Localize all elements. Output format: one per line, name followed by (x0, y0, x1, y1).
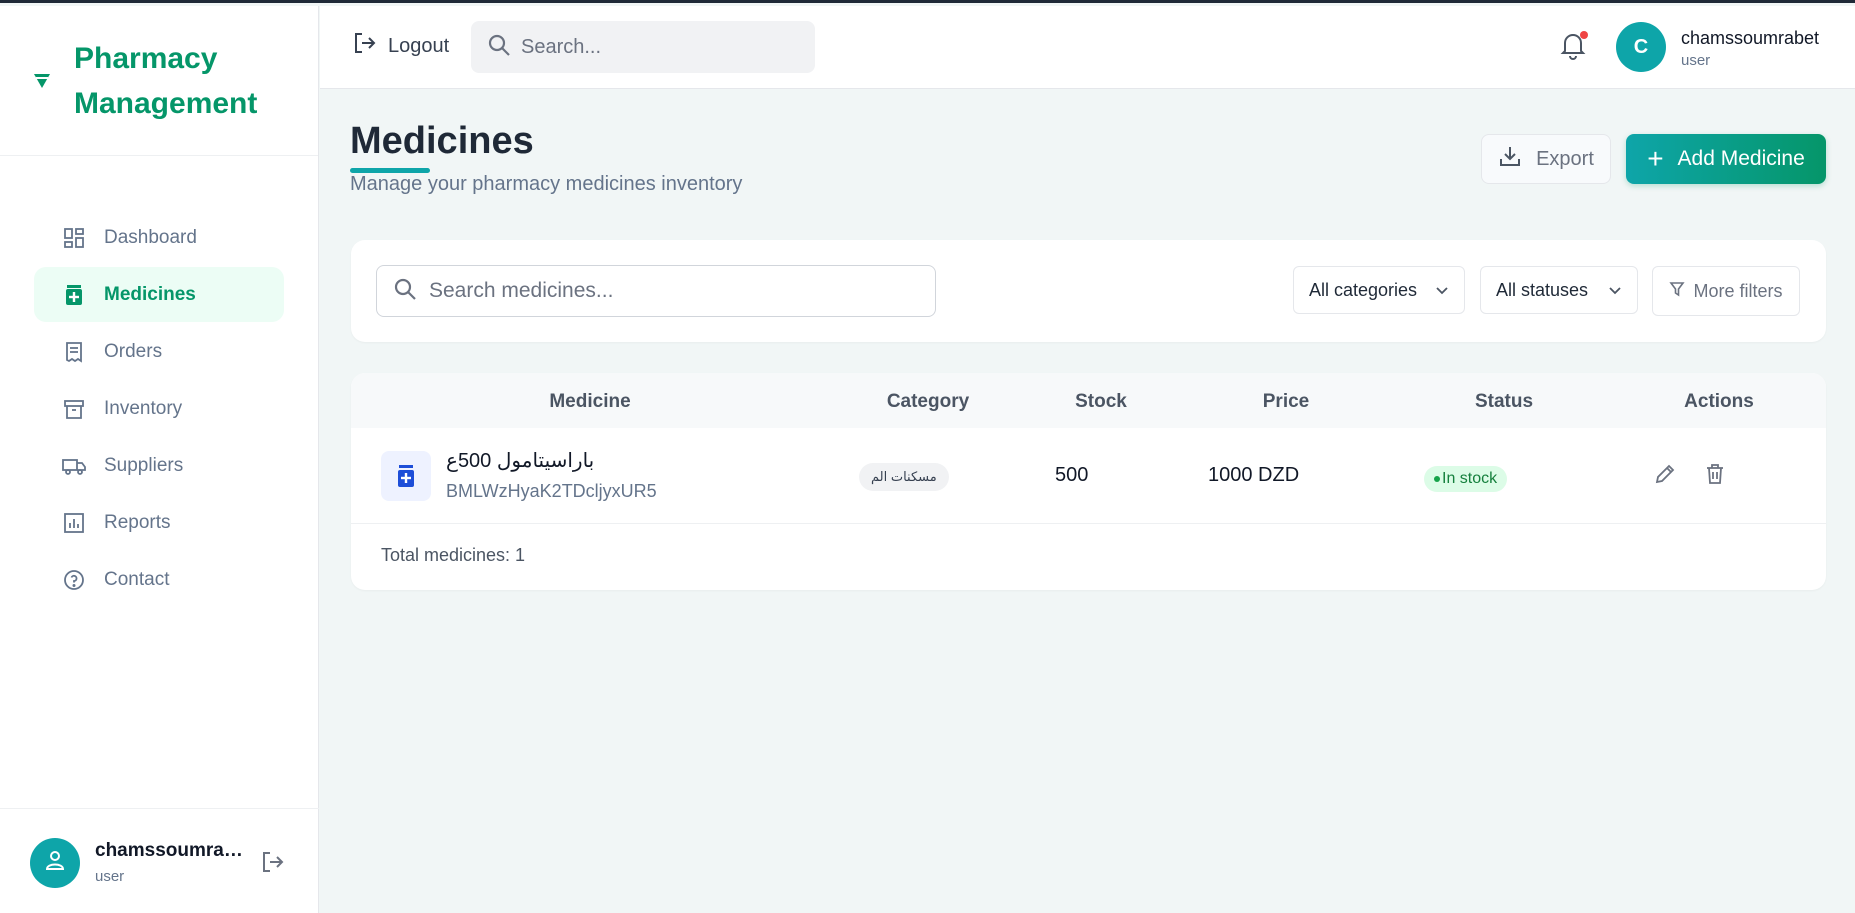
table-header: Medicine Category Stock Price Status Act… (351, 373, 1826, 428)
page-title: Medicines (350, 120, 534, 162)
medicine-icon (381, 451, 431, 501)
topbar: Logout C chamssoumrabet user (320, 6, 1855, 89)
category-select[interactable]: All categories (1293, 266, 1465, 314)
sidebar-user-role: user (95, 868, 125, 885)
export-label: Export (1536, 147, 1594, 170)
user-icon (44, 849, 66, 876)
sidebar-item-label: Reports (104, 511, 171, 533)
download-icon (1498, 144, 1536, 174)
notification-dot (1580, 31, 1588, 39)
brand: Pharmacy Management (0, 6, 318, 156)
logout-button[interactable]: Logout (352, 30, 449, 62)
edit-icon[interactable] (1654, 463, 1678, 487)
column-header-category: Category (886, 391, 970, 412)
pharmacy-logo-icon (32, 71, 52, 91)
bar-chart-icon (62, 511, 86, 535)
search-icon (393, 277, 417, 306)
topbar-user-name: chamssoumrabet (1681, 28, 1820, 48)
search-icon (487, 33, 511, 62)
sidebar-nav: Dashboard Medicines Orders Inventory Sup… (0, 156, 318, 607)
plus-icon: + (1647, 143, 1664, 174)
notifications-button[interactable] (1560, 30, 1590, 62)
logout-icon[interactable] (260, 849, 288, 877)
sidebar-item-label: Contact (104, 568, 170, 590)
help-circle-icon (62, 568, 86, 592)
category-select-value: All categories (1309, 279, 1418, 300)
export-button[interactable]: Export (1481, 134, 1611, 184)
column-header-stock: Stock (1075, 391, 1127, 412)
table-footer: Total medicines: 1 (381, 545, 526, 565)
sidebar-item-label: Inventory (104, 397, 183, 419)
sidebar-item-contact[interactable]: Contact (34, 552, 284, 607)
status-badge: In stock (1424, 466, 1508, 492)
sidebar-item-medicines[interactable]: Medicines (34, 267, 284, 322)
app-title: Pharmacy Management (74, 41, 258, 120)
bell-icon (1560, 34, 1586, 64)
avatar[interactable]: C (1616, 22, 1666, 72)
add-medicine-button[interactable]: + Add Medicine (1626, 134, 1826, 184)
status-label: In stock (1442, 470, 1498, 487)
status-select-value: All statuses (1496, 279, 1589, 300)
sidebar-item-label: Suppliers (104, 454, 184, 476)
sidebar-user-panel: chamssoumrabet user (0, 808, 319, 913)
medicine-search-input[interactable] (429, 279, 909, 303)
more-filters-button[interactable]: More filters (1652, 266, 1800, 316)
medicines-table: Medicine Category Stock Price Status Act… (351, 373, 1826, 590)
sidebar-item-inventory[interactable]: Inventory (34, 381, 284, 436)
column-header-status: Status (1474, 391, 1534, 412)
chevron-down-icon (1434, 282, 1450, 303)
delete-icon[interactable] (1704, 463, 1728, 487)
filter-bar: All categories All statuses More filters (351, 240, 1826, 342)
truck-icon (62, 454, 86, 478)
medicine-icon (62, 283, 86, 307)
sidebar-item-dashboard[interactable]: Dashboard (34, 210, 284, 265)
price-value: 1000 DZD (1208, 464, 1300, 486)
sidebar-item-label: Medicines (104, 283, 196, 305)
column-header-medicine: Medicine (549, 391, 631, 412)
column-header-price: Price (1262, 391, 1310, 412)
status-dot (1434, 476, 1440, 482)
sidebar-item-label: Dashboard (104, 226, 197, 248)
page-subtitle: Manage your pharmacy medicines inventory (350, 173, 743, 195)
avatar[interactable] (30, 837, 80, 888)
topbar-user-role: user (1681, 52, 1711, 69)
filter-icon (1669, 281, 1693, 302)
medicine-name: باراسيتامول 500ع (446, 450, 595, 472)
sidebar-item-orders[interactable]: Orders (34, 324, 284, 379)
status-select[interactable]: All statuses (1480, 266, 1638, 314)
global-search (471, 21, 815, 73)
archive-icon (62, 397, 86, 421)
sidebar-item-reports[interactable]: Reports (34, 495, 284, 550)
medicine-search (376, 265, 936, 317)
column-header-actions: Actions (1684, 391, 1754, 412)
add-medicine-label: Add Medicine (1677, 147, 1805, 170)
logout-icon (352, 30, 388, 62)
category-badge: مسكنات الم (859, 463, 949, 491)
logout-label: Logout (388, 34, 450, 57)
medicine-code: BMLWzHyaK2TDcljyxUR5 (446, 481, 657, 501)
stock-value: 500 (1055, 464, 1089, 486)
sidebar-user-name: chamssoumrabet (95, 840, 245, 861)
chevron-down-icon (1607, 282, 1623, 303)
sidebar-item-suppliers[interactable]: Suppliers (34, 438, 284, 493)
table-row[interactable]: باراسيتامول 500ع BMLWzHyaK2TDcljyxUR5 مس… (351, 428, 1826, 524)
more-filters-label: More filters (1693, 280, 1783, 301)
sidebar: Pharmacy Management Dashboard Medicines … (0, 6, 319, 913)
dashboard-icon (62, 226, 86, 250)
receipt-icon (62, 340, 86, 364)
sidebar-item-label: Orders (104, 340, 163, 362)
global-search-input[interactable] (521, 35, 801, 59)
